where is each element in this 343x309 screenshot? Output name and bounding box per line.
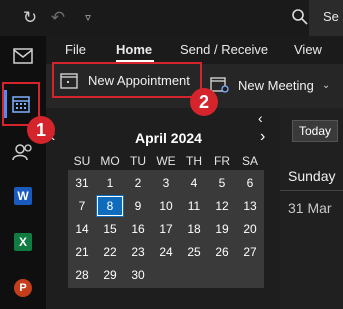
calendar-day[interactable]: 20 (236, 218, 264, 240)
calendar-day[interactable]: 2 (124, 172, 152, 194)
people-icon (12, 144, 32, 161)
weekday-tu: TU (130, 154, 146, 168)
active-indicator (4, 90, 7, 118)
weekday-th: TH (186, 154, 202, 168)
weekday-sa: SA (241, 154, 258, 168)
calendar-day[interactable]: 7 (68, 195, 96, 217)
calendar-day[interactable]: 19 (208, 218, 236, 240)
calendar-day[interactable]: 4 (180, 172, 208, 194)
today-button[interactable]: Today (292, 120, 338, 142)
ribbon-tab-bar: File Home Send / Receive View (46, 36, 343, 64)
calendar-day[interactable]: 16 (124, 218, 152, 240)
date-label: 31 Mar (288, 200, 332, 216)
quick-access-dropdown-icon[interactable]: ▿ (78, 8, 98, 28)
next-month-icon[interactable]: › (260, 128, 265, 146)
calendar-day[interactable]: 11 (180, 195, 208, 217)
powerpoint-app-button[interactable]: P (0, 268, 46, 308)
tab-send-receive[interactable]: Send / Receive (180, 42, 268, 57)
calendar-day[interactable]: 9 (124, 195, 152, 217)
month-title: April 2024 (135, 130, 202, 146)
day-header: Sunday (288, 168, 336, 184)
calendar-day[interactable]: 13 (236, 195, 264, 217)
calendar-day[interactable]: 24 (152, 241, 180, 263)
weekday-we: WE (156, 154, 176, 168)
calendar-day[interactable]: 10 (152, 195, 180, 217)
title-bar: ↻ ↶ ▿ Se (0, 0, 343, 36)
step-2-badge: 2 (190, 88, 218, 116)
new-meeting-dropdown-icon[interactable]: ⌄ (322, 80, 330, 91)
calendar-day[interactable]: 5 (208, 172, 236, 194)
calendar-day[interactable]: 30 (124, 264, 152, 286)
weekday-mo: MO (100, 154, 120, 168)
new-appointment-label: New Appointment (88, 72, 190, 88)
app-nav-rail: W X P (0, 36, 46, 309)
search-icon[interactable] (290, 8, 310, 28)
calendar-day[interactable]: 15 (96, 218, 124, 240)
calendar-day[interactable]: 25 (180, 241, 208, 263)
weekday-fr: FR (214, 154, 230, 168)
calendar-day[interactable]: 3 (152, 172, 180, 194)
collapse-pane-icon[interactable]: ‹ (258, 110, 263, 126)
new-appointment-icon (60, 73, 78, 89)
calendar-icon (12, 96, 30, 113)
new-appointment-button[interactable]: New Appointment (52, 62, 202, 98)
calendar-day[interactable]: 27 (236, 241, 264, 263)
undo-icon[interactable]: ↶ (48, 8, 68, 28)
word-icon: W (14, 187, 32, 205)
calendar-day[interactable]: 29 (96, 264, 124, 286)
calendar-day[interactable]: 18 (180, 218, 208, 240)
tab-home[interactable]: Home (116, 42, 152, 57)
calendar-day[interactable]: 14 (68, 218, 96, 240)
search-box[interactable]: Se (309, 0, 343, 36)
day-header-row: Sunday (280, 160, 343, 191)
step-1-badge: 1 (27, 116, 55, 144)
weekday-su: SU (73, 154, 91, 168)
new-meeting-button[interactable]: New Meeting ⌄ (210, 72, 340, 98)
sync-icon[interactable]: ↻ (20, 8, 40, 28)
calendar-day[interactable]: 6 (236, 172, 264, 194)
tab-file[interactable]: File (65, 42, 86, 57)
mini-calendar-grid: 31 1 2 3 4 5 6 7 8 9 10 11 12 13 14 15 16 17 18 19 20 21 22 23 2… (68, 170, 264, 288)
calendar-day[interactable]: 12 (208, 195, 236, 217)
excel-icon: X (14, 233, 32, 251)
calendar-day[interactable]: 31 (68, 172, 96, 194)
tab-view[interactable]: View (294, 42, 322, 57)
calendar-day[interactable]: 21 (68, 241, 96, 263)
word-app-button[interactable]: W (0, 176, 46, 216)
calendar-day-selected[interactable]: 8 (96, 195, 124, 217)
calendar-day[interactable]: 1 (96, 172, 124, 194)
powerpoint-icon: P (14, 279, 32, 297)
mail-icon (13, 48, 33, 64)
calendar-day[interactable]: 22 (96, 241, 124, 263)
new-meeting-label: New Meeting (238, 77, 314, 93)
search-label: Se (323, 9, 339, 24)
calendar-day[interactable]: 23 (124, 241, 152, 263)
calendar-day[interactable]: 28 (68, 264, 96, 286)
calendar-day[interactable]: 26 (208, 241, 236, 263)
calendar-day[interactable]: 17 (152, 218, 180, 240)
excel-app-button[interactable]: X (0, 222, 46, 262)
mail-nav-button[interactable] (0, 36, 46, 76)
